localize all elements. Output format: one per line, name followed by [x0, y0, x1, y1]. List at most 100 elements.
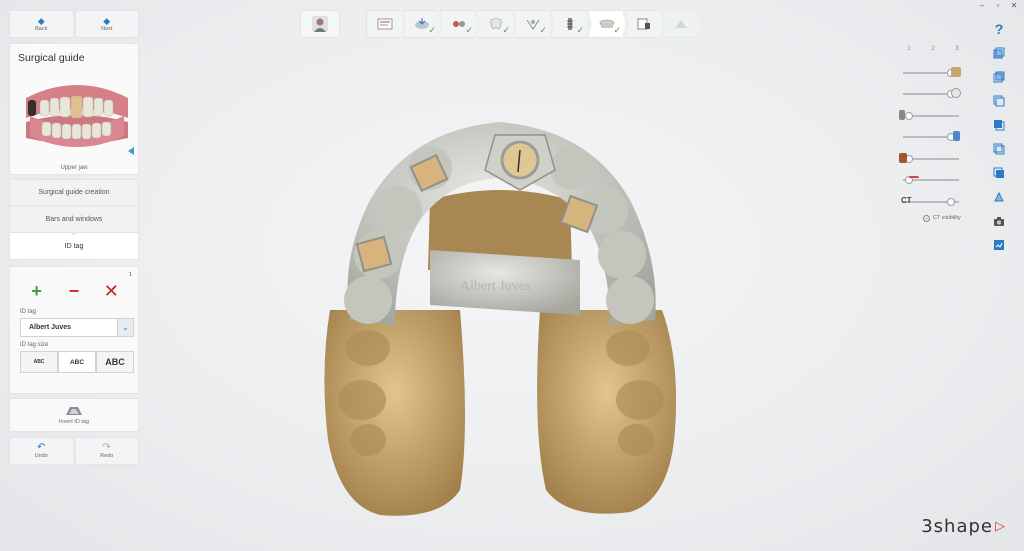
transparency-slider[interactable]: [903, 88, 961, 99]
step-id-tag[interactable]: ID tag: [9, 232, 139, 260]
wf-step-implant[interactable]: ✓: [551, 10, 589, 38]
screenshot-icon[interactable]: [992, 190, 1006, 204]
size-small-button[interactable]: ABC: [20, 351, 58, 373]
visibility-panel: 1 2 3 CT ⌄ CT visibility: [897, 46, 969, 222]
engraved-id-tag: Albert Juves: [460, 279, 530, 294]
implant-object-icon: [899, 109, 905, 120]
vis-row-implant: [897, 105, 969, 127]
undo-button[interactable]: ↶ Undo: [9, 437, 74, 465]
help-icon[interactable]: ?: [992, 21, 1006, 37]
jaw-caption: Upper jaw: [60, 165, 88, 171]
company-logo: 3shape ▷: [921, 516, 1006, 537]
wf-step-align[interactable]: ✓: [440, 10, 478, 38]
chevron-down-icon[interactable]: ⌄: [117, 319, 133, 336]
patient-profile-button[interactable]: [300, 10, 340, 38]
delete-all-button[interactable]: ✕: [98, 281, 124, 302]
wf-step-order[interactable]: [366, 10, 404, 38]
view-right-icon[interactable]: [992, 118, 1006, 132]
vis-tab-3[interactable]: 3: [955, 46, 958, 52]
close-button[interactable]: ✕: [1010, 1, 1018, 10]
vis-row-guide: [897, 84, 969, 106]
view-top-icon[interactable]: [992, 142, 1006, 156]
panel-title: Surgical guide: [18, 52, 85, 64]
undo-label: Undo: [34, 453, 48, 459]
sleeve-object-icon: [953, 131, 960, 142]
maximize-button[interactable]: ▫: [994, 1, 1002, 10]
ct-slider[interactable]: CT: [901, 196, 959, 206]
right-toolbar: ?: [990, 21, 1008, 252]
check-icon: ✓: [465, 25, 473, 35]
visibility-tabs: 1 2 3: [897, 46, 969, 52]
logo-triangle-icon: ▷: [995, 519, 1006, 534]
id-tag-label: ID tag: [20, 309, 37, 315]
jaw-card: Surgical guide Upper jaw: [9, 43, 139, 175]
id-tag-value: Albert Juves: [29, 324, 72, 331]
slider-knob[interactable]: [946, 197, 955, 206]
vis-tab-1[interactable]: 1: [907, 46, 910, 52]
check-icon: ✓: [502, 25, 510, 35]
size-medium-button[interactable]: ABC: [58, 351, 96, 373]
invert-id-tag-button[interactable]: Invert ID tag: [9, 398, 139, 432]
chevron-down-icon: ⌄: [923, 214, 930, 222]
transparency-slider[interactable]: [899, 109, 959, 120]
vis-tab-2[interactable]: 2: [931, 46, 934, 52]
add-tag-button[interactable]: +: [24, 281, 50, 302]
ct-visibility-label: CT visibility: [933, 215, 961, 221]
step-bars-and-windows[interactable]: Bars and windows: [9, 206, 139, 233]
size-large-button[interactable]: ABC: [96, 351, 134, 373]
vis-row-ct: CT: [897, 191, 969, 213]
camera-icon[interactable]: [992, 214, 1006, 228]
remove-tag-button[interactable]: −: [61, 281, 87, 302]
ct-label: CT: [901, 195, 912, 205]
jaw-selector-arrow: [128, 147, 134, 155]
minimize-button[interactable]: –: [978, 1, 986, 10]
wf-step-import[interactable]: ✓: [403, 10, 441, 38]
surgical-guide-3d-model[interactable]: Albert Juves: [310, 110, 680, 525]
transparency-slider[interactable]: [903, 176, 959, 185]
wf-step-export[interactable]: [625, 10, 663, 38]
crown-object-icon: [951, 66, 961, 77]
workflow-bar: ✓ ✓ ✓ ✓ ✓ ✓: [366, 10, 700, 38]
view-left-icon[interactable]: [992, 94, 1006, 108]
wf-step-tooth[interactable]: ✓: [477, 10, 515, 38]
vis-row-sleeve: [897, 127, 969, 149]
next-label: Next: [101, 25, 113, 32]
order-form-icon: [377, 18, 393, 30]
tag-count: 1: [128, 272, 132, 278]
transparency-slider[interactable]: [903, 66, 961, 77]
back-button[interactable]: ◆ Back: [9, 10, 74, 38]
transparency-slider[interactable]: [903, 131, 960, 142]
tag-action-row: + − ✕: [10, 267, 138, 307]
wf-step-plan[interactable]: ✓: [514, 10, 552, 38]
view-front-icon[interactable]: [992, 46, 1006, 60]
wf-step-guide[interactable]: ✓: [588, 10, 626, 38]
check-icon: ✓: [576, 25, 584, 35]
step-surgical-guide-creation[interactable]: Surgical guide creation: [9, 179, 139, 206]
check-icon: ✓: [428, 25, 436, 35]
window-controls: – ▫ ✕: [978, 1, 1018, 10]
invert-label: Invert ID tag: [59, 419, 89, 425]
redo-button[interactable]: ↷ Redo: [74, 437, 139, 465]
upper-jaw-thumbnail[interactable]: [18, 78, 136, 164]
vis-row-crown: [897, 62, 969, 84]
vis-row-bone: [897, 148, 969, 170]
view-back-icon[interactable]: [992, 70, 1006, 84]
vis-row-nerve: [897, 170, 969, 192]
ct-visibility-toggle[interactable]: ⌄ CT visibility: [923, 214, 969, 222]
history-row: ↶ Undo ↷ Redo: [9, 437, 139, 465]
workflow-steps: Surgical guide creation Bars and windows…: [9, 179, 139, 260]
back-label: Back: [35, 25, 48, 32]
transparency-slider[interactable]: [899, 152, 959, 163]
check-icon: ✓: [613, 25, 621, 35]
next-button[interactable]: ◆ Next: [74, 10, 139, 38]
notes-icon[interactable]: [992, 238, 1006, 252]
slider-knob[interactable]: [904, 111, 913, 120]
nav-row: ◆ Back ◆ Next: [9, 10, 139, 38]
id-tag-select[interactable]: Albert Juves ⌄: [20, 318, 134, 337]
id-tag-size-selector: ABC ABC ABC: [20, 351, 134, 373]
logo-text: 3shape: [921, 516, 993, 537]
view-bottom-icon[interactable]: [992, 166, 1006, 180]
arrow-right-icon: ◆: [103, 15, 111, 26]
id-tag-tools: 1 + − ✕ ID tag Albert Juves ⌄ ID tag siz…: [9, 266, 139, 394]
invert-tag-icon: [66, 407, 82, 415]
